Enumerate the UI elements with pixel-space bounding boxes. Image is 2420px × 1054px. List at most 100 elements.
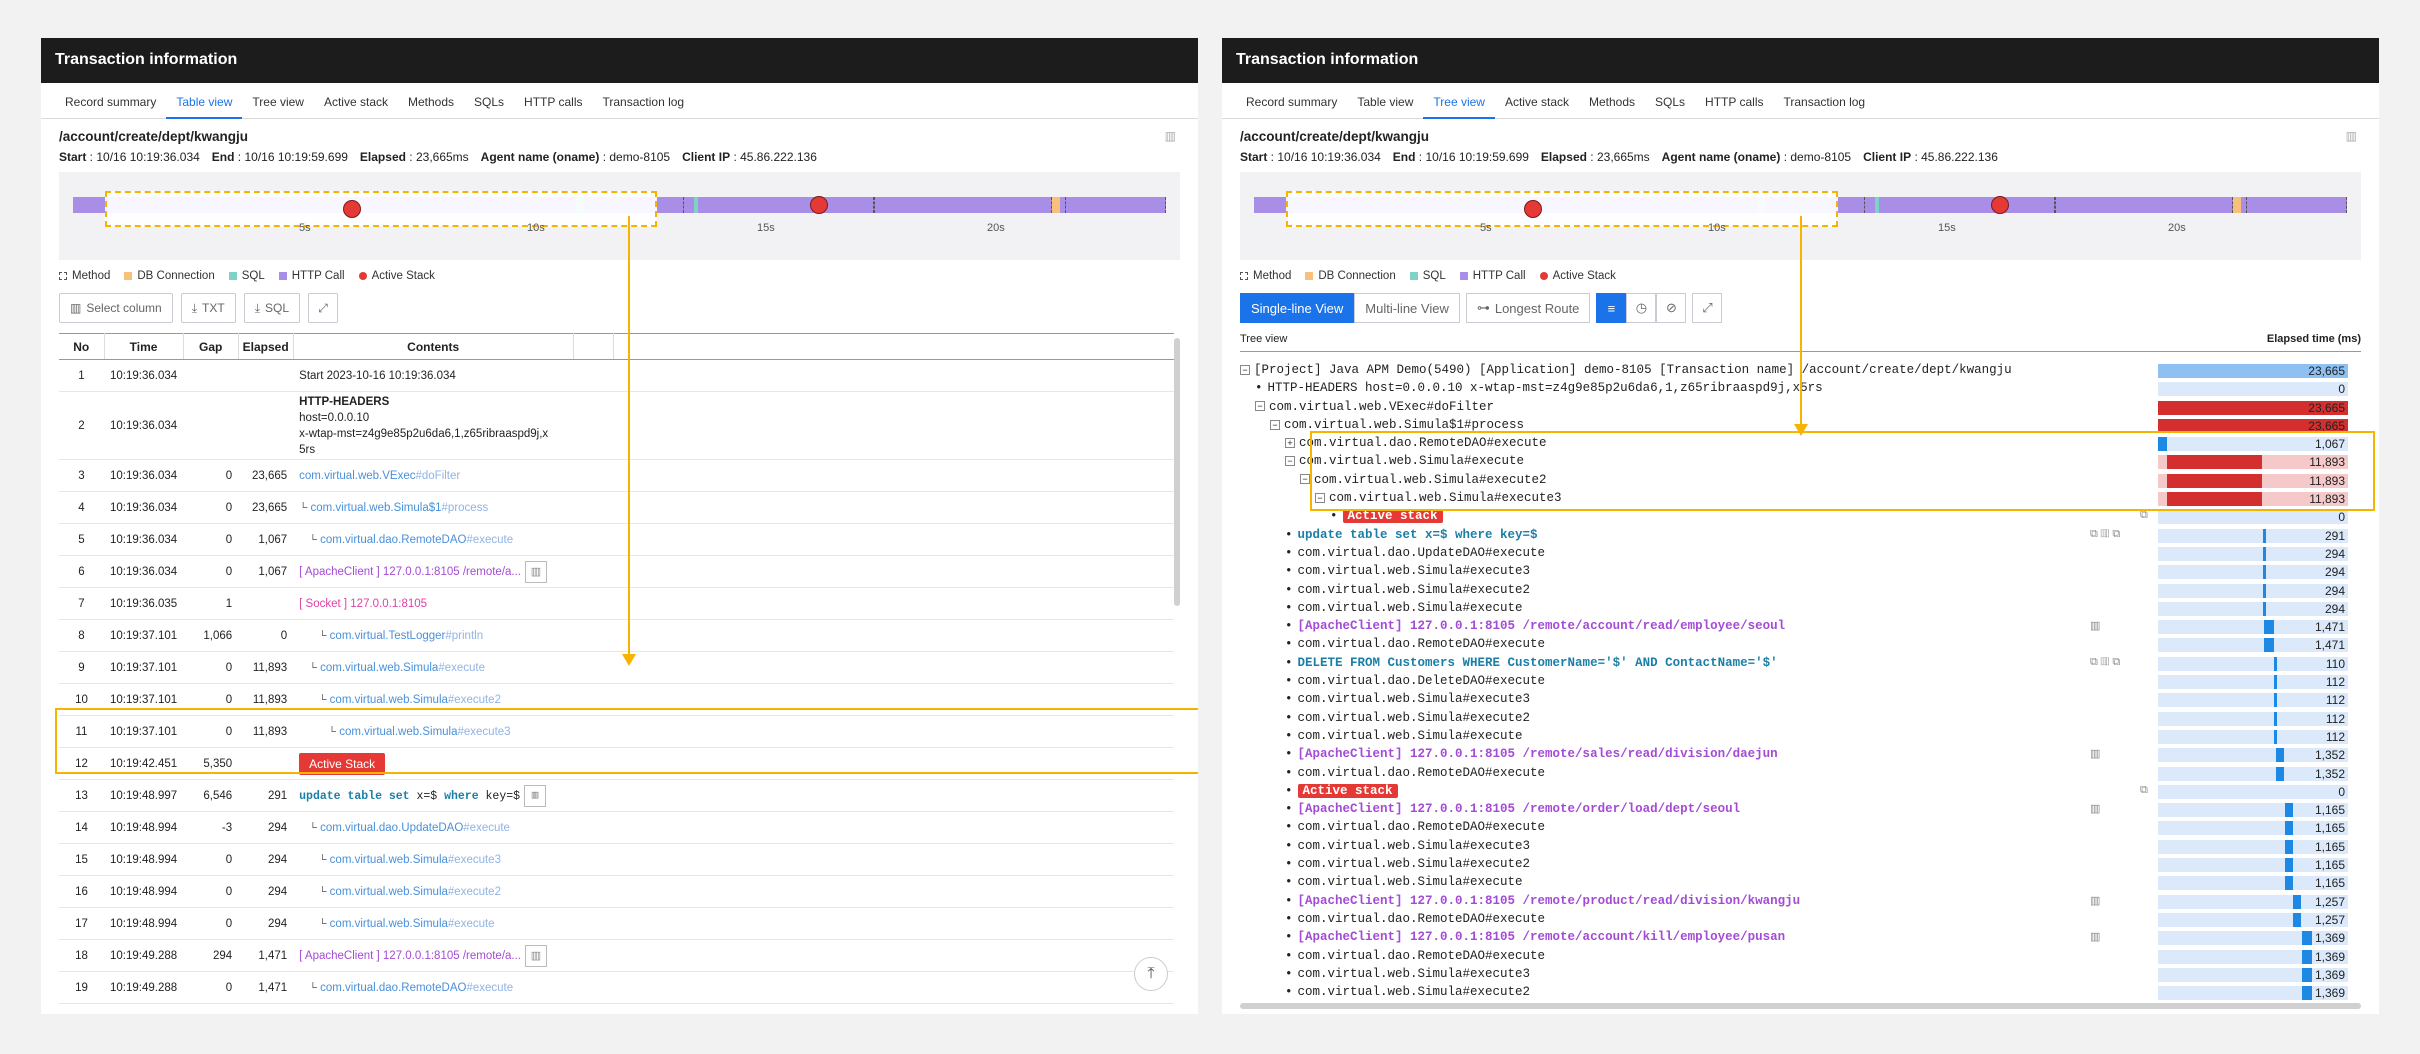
tree-node[interactable]: • com.virtual.web.Simula#execute2 — [1285, 985, 1530, 999]
active-stack-badge[interactable]: Active stack — [1342, 509, 1443, 524]
tree-node[interactable]: • com.virtual.web.Simula#execute2 — [1285, 711, 1530, 725]
tree-node[interactable]: • com.virtual.web.Simula#execute3 — [1285, 967, 1530, 981]
tree-row[interactable]: − com.virtual.web.Simula#execute 11,893 — [1240, 453, 2361, 471]
row-action-icons[interactable]: ▥ — [2090, 894, 2100, 907]
row-action-icons[interactable]: ▥ — [2090, 619, 2100, 632]
timeline-selection[interactable] — [1286, 191, 1838, 227]
tree-row[interactable]: • update table set x=$ where key=$ ⧉ ▥ ⧉ 29… — [1240, 527, 2361, 545]
active-stack-badge[interactable]: Active Stack — [299, 752, 386, 775]
http-call[interactable]: [ ApacheClient ] 127.0.0.1:8105 /remote/… — [299, 950, 521, 962]
tree-row[interactable]: • Active stack ⧉ 0 — [1240, 508, 2361, 526]
chart-icon[interactable]: ▥ — [1165, 129, 1176, 143]
http-call[interactable]: [ApacheClient] 127.0.0.1:8105 /remote/or… — [1298, 802, 1741, 816]
row-action-icons[interactable]: ⧉ ▥ ⧉ — [2090, 528, 2120, 541]
tree-row[interactable]: • com.virtual.web.Simula#execute2 1,369 — [1240, 984, 2361, 1002]
tab-active-stack[interactable]: Active stack — [314, 83, 398, 119]
tree-node[interactable]: • com.virtual.dao.UpdateDAO#execute — [1285, 546, 1545, 560]
tab-record-summary[interactable]: Record summary — [1236, 83, 1347, 119]
tab-methods[interactable]: Methods — [1579, 83, 1645, 119]
tree-row[interactable]: • com.virtual.dao.RemoteDAO#execute 1,257 — [1240, 911, 2361, 929]
tree-node[interactable]: • Active stack — [1285, 783, 1398, 798]
tree-node[interactable]: • com.virtual.web.Simula#execute — [1285, 875, 1523, 889]
table-row[interactable]: 8 10:19:37.101 1,066 0 └ com.virtual.TestLo… — [59, 619, 1174, 652]
tree-node[interactable]: − com.virtual.web.Simula#execute2 — [1300, 473, 1547, 487]
scroll-to-top-button[interactable]: ⤒ — [1134, 957, 1168, 991]
table-row[interactable]: 4 10:19:36.034 0 23,665 └ com.virtual.web.Si… — [59, 491, 1174, 524]
chart-icon[interactable]: ▥ — [2346, 129, 2357, 143]
download-sql-button[interactable]: ⤓ SQL — [243, 293, 301, 323]
tree-node[interactable]: • com.virtual.web.Simula#execute3 — [1285, 839, 1530, 853]
collapse-icon[interactable]: − — [1270, 419, 1280, 430]
tab-table-view[interactable]: Table view — [1347, 83, 1423, 119]
column-header-gap[interactable]: Gap — [183, 333, 239, 360]
tree-row[interactable]: • com.virtual.web.Simula#execute3 112 — [1240, 691, 2361, 709]
tree-node[interactable]: • [ApacheClient] 127.0.0.1:8105 /remote/o… — [1285, 802, 1740, 816]
tab-record-summary[interactable]: Record summary — [55, 83, 166, 119]
tree-row[interactable]: • com.virtual.dao.RemoteDAO#execute 1,471 — [1240, 636, 2361, 654]
tree-row[interactable]: • com.virtual.web.Simula#execute3 1,165 — [1240, 838, 2361, 856]
column-header-time[interactable]: Time — [104, 333, 184, 360]
table-row[interactable]: 3 10:19:36.034 0 23,665 com.virtual.web.VExe… — [59, 459, 1174, 492]
table-row[interactable]: 13 10:19:48.997 6,546 291 update table set x… — [59, 779, 1174, 812]
table-row[interactable]: 18 10:19:49.288 294 1,471 [ ApacheClient ] 1… — [59, 939, 1174, 972]
table-row[interactable]: 15 10:19:48.994 0 294 └ com.virtual.web.Sim… — [59, 843, 1174, 876]
http-call[interactable]: [ApacheClient] 127.0.0.1:8105 /remote/ac… — [1298, 930, 1786, 944]
table-row[interactable]: 2 10:19:36.034 HTTP-HEADERS host=0.0.0.10 x-… — [59, 391, 1174, 460]
tree-row[interactable]: • [ApacheClient] 127.0.0.1:8105 /remote/a… — [1240, 929, 2361, 947]
row-action-icons[interactable]: ⧉ — [2140, 509, 2148, 522]
tree-row[interactable]: • com.virtual.dao.RemoteDAO#execute 1,369 — [1240, 948, 2361, 966]
sql-statement[interactable]: update table set x=$ where key=$ — [1298, 528, 1538, 542]
collapse-icon[interactable]: − — [1285, 456, 1295, 467]
tree-row[interactable]: • com.virtual.dao.DeleteDAO#execute 112 — [1240, 673, 2361, 691]
sort-button[interactable]: ≡ — [1596, 293, 1627, 323]
http-call[interactable]: [ApacheClient] 127.0.0.1:8105 /remote/sa… — [1298, 747, 1778, 761]
active-stack-badge[interactable]: Active stack — [1297, 783, 1398, 798]
tree-row[interactable]: • DELETE FROM Customers WHERE CustomerNam… — [1240, 655, 2361, 673]
tree-node[interactable]: • com.virtual.web.Simula#execute2 — [1285, 583, 1530, 597]
tree-row[interactable]: • Active stack ⧉ 0 — [1240, 783, 2361, 801]
tree-node[interactable]: • com.virtual.dao.RemoteDAO#execute — [1285, 637, 1545, 651]
download-txt-button[interactable]: ⤓ TXT — [180, 293, 236, 323]
tree-node[interactable]: • [ApacheClient] 127.0.0.1:8105 /remote/p… — [1285, 894, 1800, 908]
active-stack-dot[interactable] — [809, 196, 828, 214]
row-action-icons[interactable]: ▥ — [2090, 747, 2100, 760]
tree-row[interactable]: • com.virtual.web.Simula#execute 294 — [1240, 600, 2361, 618]
tree-row[interactable]: • [ApacheClient] 127.0.0.1:8105 /remote/p… — [1240, 893, 2361, 911]
column-header-contents[interactable]: Contents — [293, 333, 574, 360]
tree-node[interactable]: • DELETE FROM Customers WHERE CustomerNam… — [1285, 656, 1778, 670]
tab-active-stack[interactable]: Active stack — [1495, 83, 1579, 119]
collapse-icon[interactable]: − — [1315, 492, 1325, 503]
row-action-icons[interactable]: ⧉ ▥ ⧉ — [2090, 656, 2120, 669]
table-row[interactable]: 14 10:19:48.994 -3 294 └ com.virtual.dao.Up… — [59, 811, 1174, 844]
tree-row[interactable]: • com.virtual.web.Simula#execute2 1,165 — [1240, 856, 2361, 874]
tree-row[interactable]: • com.virtual.web.Simula#execute 112 — [1240, 728, 2361, 746]
active-stack-dot[interactable] — [1524, 200, 1542, 218]
horizontal-scrollbar[interactable] — [1240, 1003, 2361, 1009]
tab-sqls[interactable]: SQLs — [1645, 83, 1695, 119]
http-call[interactable]: [ ApacheClient ] 127.0.0.1:8105 /remote/… — [299, 566, 521, 578]
tree-row[interactable]: • com.virtual.dao.UpdateDAO#execute 294 — [1240, 545, 2361, 563]
tree-row[interactable]: • [ApacheClient] 127.0.0.1:8105 /remote/a… — [1240, 618, 2361, 636]
longest-route-button[interactable]: ⊶ Longest Route — [1465, 293, 1591, 323]
tree-row[interactable]: + com.virtual.dao.RemoteDAO#execute 1,067 — [1240, 435, 2361, 453]
tab-tree-view[interactable]: Tree view — [242, 83, 314, 119]
table-row[interactable]: 12 10:19:42.451 5,350 Active Stack — [59, 747, 1174, 780]
sql-statement[interactable]: DELETE FROM Customers WHERE CustomerName… — [1298, 656, 1778, 670]
vertical-scrollbar[interactable] — [1174, 338, 1180, 606]
tree-node[interactable]: − com.virtual.web.Simula$1#process — [1270, 418, 1524, 432]
table-row[interactable]: 16 10:19:48.994 0 294 └ com.virtual.web.Sim… — [59, 875, 1174, 908]
single-line-view-button[interactable]: Single-line View — [1240, 293, 1355, 323]
tree-node[interactable]: • com.virtual.web.Simula#execute3 — [1285, 692, 1530, 706]
tree-row[interactable]: • com.virtual.web.Simula#execute 1,165 — [1240, 874, 2361, 892]
table-row[interactable]: 5 10:19:36.034 0 1,067 └ com.virtual.dao.Re… — [59, 523, 1174, 556]
tab-sqls[interactable]: SQLs — [464, 83, 514, 119]
table-row[interactable]: 6 10:19:36.034 0 1,067 [ ApacheClient ] 127.… — [59, 555, 1174, 588]
http-call[interactable]: [ApacheClient] 127.0.0.1:8105 /remote/ac… — [1298, 619, 1786, 633]
expand-icon[interactable]: + — [1285, 437, 1295, 448]
tree-node[interactable]: • [ApacheClient] 127.0.0.1:8105 /remote/s… — [1285, 747, 1778, 761]
tree-node[interactable]: • com.virtual.web.Simula#execute — [1285, 729, 1523, 743]
tree-node[interactable]: • Active stack — [1330, 509, 1443, 524]
tree-node[interactable]: • com.virtual.web.Simula#execute3 — [1285, 564, 1530, 578]
clock-button[interactable]: ◷ — [1626, 293, 1657, 323]
column-header-no[interactable]: No — [59, 333, 105, 360]
